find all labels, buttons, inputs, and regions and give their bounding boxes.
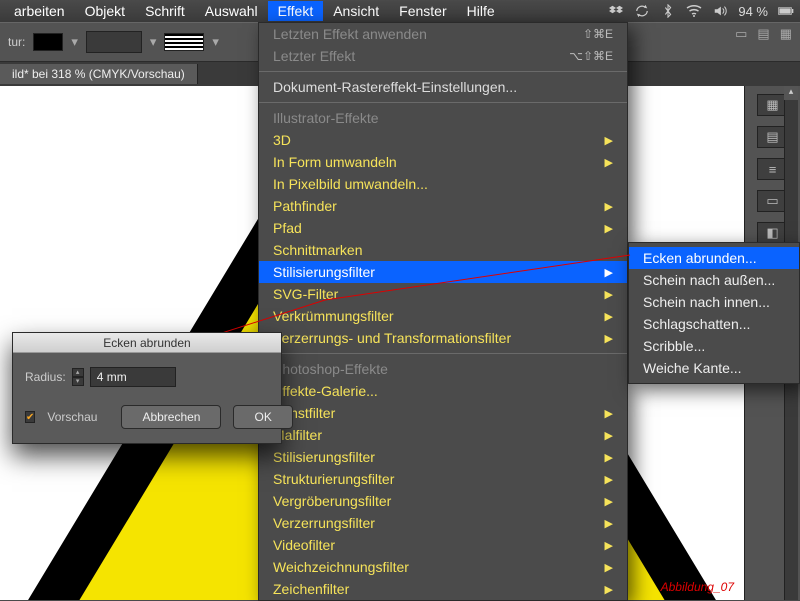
menu-header-illustrator: Illustrator-Effekte xyxy=(259,107,627,129)
radius-label: Radius: xyxy=(25,370,66,384)
menu-separator xyxy=(259,353,627,354)
document-tab[interactable]: ild* bei 318 % (CMYK/Vorschau) xyxy=(0,64,198,84)
menu-fenster[interactable]: Fenster xyxy=(389,1,456,21)
menuitem-distort[interactable]: Verzerrungsfilter▶ xyxy=(259,512,627,534)
battery-pct: 94 % xyxy=(738,4,768,19)
menu-auswahl[interactable]: Auswahl xyxy=(195,1,268,21)
stroke-weight-field[interactable] xyxy=(86,31,142,53)
menuitem-svg-filter[interactable]: SVG-Filter▶ xyxy=(259,283,627,305)
stroke-profile[interactable] xyxy=(164,33,204,51)
wifi-icon xyxy=(686,3,702,19)
menu-hilfe[interactable]: Hilfe xyxy=(457,1,505,21)
round-corners-dialog: Ecken abrunden Radius: ▴▾ ✔ Vorschau Abb… xyxy=(12,332,282,444)
submenu-round-corners[interactable]: Ecken abrunden... xyxy=(629,247,799,269)
menuitem-convert-to-shape[interactable]: In Form umwandeln▶ xyxy=(259,151,627,173)
arrange-icon[interactable]: ▦ xyxy=(780,26,792,42)
menu-header-photoshop: Photoshop-Effekte xyxy=(259,358,627,380)
radius-stepper[interactable]: ▴▾ xyxy=(72,368,84,386)
menuitem-texture[interactable]: Strukturierungsfilter▶ xyxy=(259,468,627,490)
menuitem-pixelate[interactable]: Vergröberungsfilter▶ xyxy=(259,490,627,512)
battery-icon xyxy=(778,3,794,19)
menu-bearbeiten[interactable]: arbeiten xyxy=(4,1,75,21)
menuitem-artistic[interactable]: Kunstfilter▶ xyxy=(259,402,627,424)
menuitem-stylize[interactable]: Stilisierungsfilter▶ xyxy=(259,261,627,283)
preview-checkbox[interactable]: ✔ xyxy=(25,411,35,423)
menu-effekt[interactable]: Effekt xyxy=(268,1,324,21)
menu-objekt[interactable]: Objekt xyxy=(75,1,135,21)
menuitem-video[interactable]: Videofilter▶ xyxy=(259,534,627,556)
menuitem-sketch[interactable]: Zeichenfilter▶ xyxy=(259,578,627,600)
dropbox-icon xyxy=(608,3,624,19)
preview-label: Vorschau xyxy=(47,410,97,424)
menuitem-rasterize[interactable]: In Pixelbild umwandeln... xyxy=(259,173,627,195)
menuitem-brush-strokes[interactable]: Malfilter▶ xyxy=(259,424,627,446)
scroll-up-icon[interactable]: ▴ xyxy=(784,86,798,100)
stylize-submenu: Ecken abrunden... Schein nach außen... S… xyxy=(628,242,800,384)
submenu-inner-glow[interactable]: Schein nach innen... xyxy=(629,291,799,313)
submenu-scribble[interactable]: Scribble... xyxy=(629,335,799,357)
mac-status-bar: 94 % xyxy=(608,0,794,22)
figure-caption: Abbildung_07 xyxy=(661,580,734,594)
dialog-title: Ecken abrunden xyxy=(13,333,281,353)
menuitem-effect-gallery[interactable]: Effekte-Galerie... xyxy=(259,380,627,402)
menuitem-path[interactable]: Pfad▶ xyxy=(259,217,627,239)
stepper-down-icon[interactable]: ▾ xyxy=(72,377,84,386)
doc-setup-icon[interactable]: ▭ xyxy=(735,26,747,42)
menu-separator xyxy=(259,71,627,72)
menuitem-blur[interactable]: Weichzeichnungsfilter▶ xyxy=(259,556,627,578)
ok-button[interactable]: OK xyxy=(233,405,292,429)
stepper-up-icon[interactable]: ▴ xyxy=(72,368,84,377)
menuitem-crop-marks[interactable]: Schnittmarken xyxy=(259,239,627,261)
menu-ansicht[interactable]: Ansicht xyxy=(323,1,389,21)
bluetooth-icon xyxy=(660,3,676,19)
submenu-drop-shadow[interactable]: Schlagschatten... xyxy=(629,313,799,335)
menu-schrift[interactable]: Schrift xyxy=(135,1,195,21)
effekt-menu: Letzten Effekt anwenden⇧⌘E Letzter Effek… xyxy=(258,22,628,601)
menu-separator xyxy=(259,102,627,103)
submenu-outer-glow[interactable]: Schein nach außen... xyxy=(629,269,799,291)
radius-input[interactable] xyxy=(90,367,176,387)
prefs-icon[interactable]: ▤ xyxy=(757,26,769,42)
volume-icon xyxy=(712,3,728,19)
stroke-swatch[interactable] xyxy=(33,33,63,51)
menuitem-ps-stylize[interactable]: Stilisierungsfilter▶ xyxy=(259,446,627,468)
menuitem-doc-raster-settings[interactable]: Dokument-Rastereffekt-Einstellungen... xyxy=(259,76,627,98)
menubar: arbeiten Objekt Schrift Auswahl Effekt A… xyxy=(0,0,800,22)
menuitem-last-effect: Letzter Effekt⌥⇧⌘E xyxy=(259,45,627,67)
cancel-button[interactable]: Abbrechen xyxy=(121,405,221,429)
sync-icon xyxy=(634,3,650,19)
menuitem-distort-transform[interactable]: Verzerrungs- und Transformationsfilter▶ xyxy=(259,327,627,349)
menuitem-warp[interactable]: Verkrümmungsfilter▶ xyxy=(259,305,627,327)
submenu-feather[interactable]: Weiche Kante... xyxy=(629,357,799,379)
menuitem-last-effect-apply: Letzten Effekt anwenden⇧⌘E xyxy=(259,23,627,45)
menuitem-pathfinder[interactable]: Pathfinder▶ xyxy=(259,195,627,217)
contour-label: tur: xyxy=(8,35,25,49)
menuitem-3d[interactable]: 3D▶ xyxy=(259,129,627,151)
